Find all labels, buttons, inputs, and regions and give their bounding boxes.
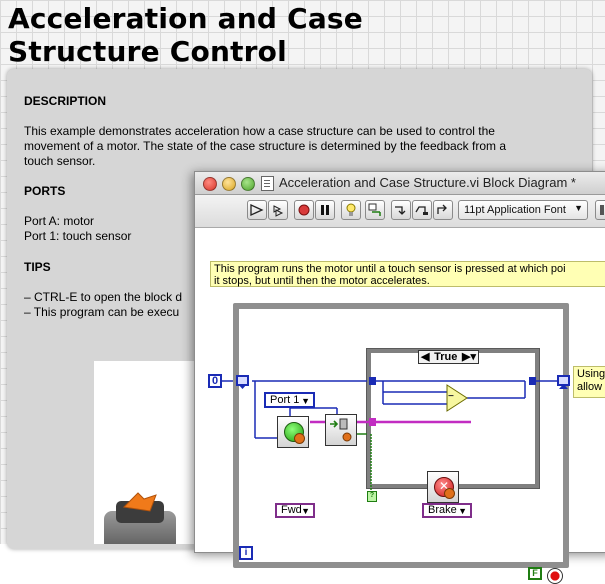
run-continuously-button[interactable] [268, 200, 288, 220]
tip-2-text: – This program can be execu [24, 305, 180, 319]
shift-register-right[interactable] [557, 375, 570, 389]
align-icon [600, 205, 604, 215]
shift-register-left[interactable] [236, 375, 249, 389]
pause-button[interactable] [315, 200, 335, 220]
port-constant-value: Port 1 [270, 394, 300, 406]
font-select[interactable]: 11pt Application Font ▼ [458, 200, 588, 220]
run-button[interactable] [247, 200, 267, 220]
fwd-enum-value: Fwd [281, 504, 302, 516]
description-line-2: movement of a motor. The state of the ca… [24, 139, 507, 153]
numeric-constant[interactable]: 0 [208, 374, 222, 388]
document-icon [261, 176, 274, 191]
gear-icon [294, 433, 305, 444]
description-line-3: touch sensor. [24, 154, 96, 168]
loop-condition-terminal[interactable] [547, 568, 563, 584]
step-over-icon [415, 206, 428, 215]
side-comment[interactable]: Using allow [573, 366, 605, 398]
close-icon[interactable] [203, 177, 217, 191]
fwd-enum[interactable]: Fwd ▼ [275, 503, 315, 518]
run-arrow-icon [250, 204, 264, 216]
minimize-icon[interactable] [222, 177, 236, 191]
port-a-text: Port A: motor [24, 214, 95, 228]
align-objects-button[interactable] [595, 200, 605, 220]
side-comment-line-2: allow [577, 381, 603, 393]
run-continuously-icon [273, 205, 284, 217]
stop-sign-icon [298, 204, 310, 216]
probe-icon [368, 203, 381, 216]
touch-sensor-vi[interactable] [325, 414, 357, 446]
iteration-terminal[interactable]: i [239, 546, 253, 560]
step-out-button[interactable] [433, 200, 453, 220]
window-titlebar[interactable]: Acceleration and Case Structure.vi Block… [195, 172, 605, 195]
gear-icon [444, 488, 455, 499]
chevron-down-icon: ▼ [574, 203, 583, 213]
step-into-button[interactable] [391, 200, 411, 220]
chevron-down-icon: ▼ [458, 506, 467, 516]
touch-sensor-illustration [104, 492, 176, 551]
font-select-value: 11pt Application Font [464, 204, 566, 216]
window-title: Acceleration and Case Structure.vi Block… [279, 175, 576, 190]
up-triangle-icon [559, 384, 568, 389]
chevron-down-icon: ▼ [301, 396, 310, 406]
robot-image [94, 361, 204, 551]
port-constant[interactable]: Port 1 ▼ [264, 392, 315, 408]
false-constant[interactable]: F [528, 567, 542, 580]
brake-enum-value: Brake [428, 504, 457, 516]
step-into-icon [395, 206, 406, 215]
description-line-1: This example demonstrates acceleration h… [24, 124, 495, 138]
motor-forward-vi[interactable] [277, 416, 309, 448]
retain-wire-values-button[interactable] [365, 200, 385, 220]
side-comment-line-1: Using [577, 368, 605, 380]
description-heading: DESCRIPTION [24, 94, 107, 108]
lightbulb-icon [346, 203, 356, 216]
step-out-icon [437, 204, 447, 214]
block-diagram-window[interactable]: Acceleration and Case Structure.vi Block… [194, 171, 605, 584]
highlight-execution-button[interactable] [341, 200, 361, 220]
zoom-icon[interactable] [241, 177, 255, 191]
tip-1-text: – CTRL-E to open the block d [24, 290, 183, 304]
motor-brake-vi[interactable]: ✕ [427, 471, 459, 503]
toolbar: 11pt Application Font ▼ [195, 195, 605, 228]
subtract-node-glyph: − [448, 391, 454, 402]
step-over-button[interactable] [412, 200, 432, 220]
brake-enum[interactable]: Brake ▼ [422, 503, 472, 518]
chevron-down-icon: ▼ [301, 506, 310, 516]
diagram-canvas[interactable]: This program runs the motor until a touc… [195, 228, 605, 584]
abort-button[interactable] [294, 200, 314, 220]
port-1-text: Port 1: touch sensor [24, 229, 132, 243]
tips-heading: TIPS [24, 260, 51, 274]
down-triangle-icon [238, 384, 247, 389]
ports-heading: PORTS [24, 184, 66, 198]
case-selector-terminal[interactable]: ? [367, 491, 377, 502]
page-title: Acceleration and Case Structure Control [8, 2, 363, 68]
pause-icon [321, 205, 329, 215]
touch-sensor-icon [330, 418, 352, 442]
diagram-wires [222, 377, 557, 491]
